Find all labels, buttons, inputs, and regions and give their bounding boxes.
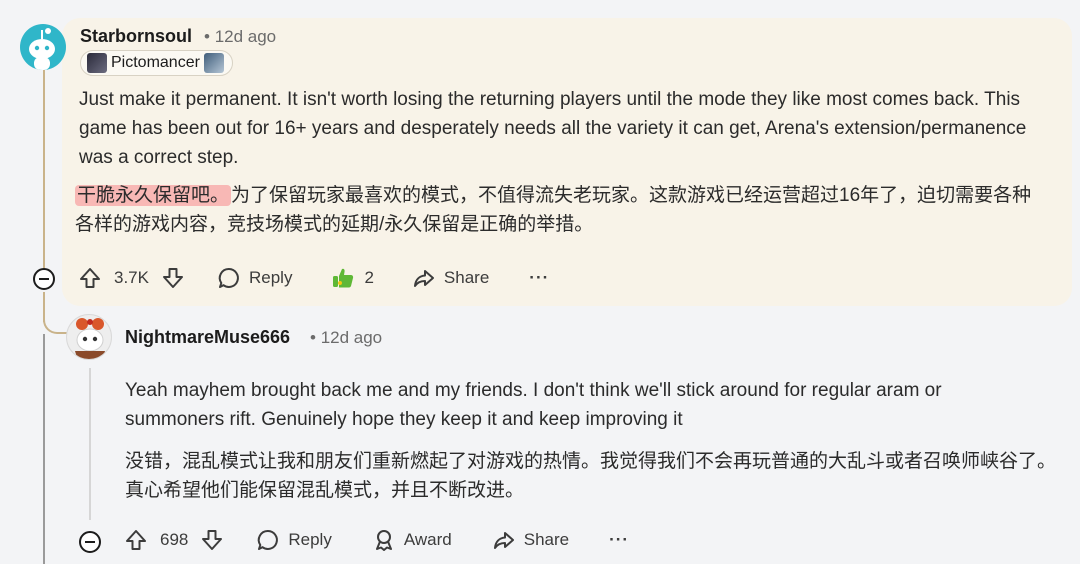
thumbs-up-award-icon	[333, 268, 354, 288]
more-options-icon: ···	[529, 268, 550, 287]
reply-label: Reply	[248, 268, 293, 287]
comment-username[interactable]: Starbornsoul	[80, 26, 192, 47]
award-button[interactable]: 2	[330, 265, 374, 291]
vote-count: 698	[160, 530, 189, 549]
share-button[interactable]: Share	[492, 528, 569, 552]
thread-line[interactable]	[43, 334, 45, 564]
reply-label: Reply	[288, 530, 332, 549]
avatar[interactable]	[20, 24, 66, 70]
translation-highlight: 干脆永久保留吧。	[75, 185, 232, 206]
downvote-icon[interactable]	[161, 266, 185, 290]
share-icon	[413, 270, 434, 287]
collapse-thread-button[interactable]	[79, 531, 101, 553]
share-icon	[493, 532, 514, 549]
reply-button[interactable]: Reply	[256, 528, 332, 552]
thread-line[interactable]	[43, 70, 45, 268]
reddit-snoo-icon	[29, 28, 55, 70]
upvote-icon[interactable]	[78, 266, 102, 290]
share-label: Share	[523, 530, 570, 549]
vote-group: 3.7K	[78, 266, 185, 290]
more-options-button[interactable]: ···	[609, 530, 629, 550]
comment-username[interactable]: NightmareMuse666	[125, 327, 290, 348]
comment-timestamp[interactable]: 12d ago	[215, 27, 276, 46]
share-button[interactable]: Share	[412, 266, 489, 290]
comment-body-translation: 干脆永久保留吧。 为了保留玩家最喜欢的模式，不值得流失老玩家。这款游戏已经运营超过…	[75, 181, 1050, 239]
comment-action-bar: 3.7K Reply 2 Share ···	[78, 265, 549, 291]
meta-separator: •	[204, 27, 210, 46]
flair-emoji-icon	[203, 53, 224, 73]
downvote-icon[interactable]	[200, 528, 224, 552]
more-options-button[interactable]: ···	[529, 268, 549, 288]
meta-separator: •	[310, 328, 316, 347]
collapse-thread-button[interactable]	[33, 268, 55, 290]
thread-branch-line	[43, 302, 69, 334]
comment-timestamp[interactable]: 12d ago	[321, 328, 382, 347]
award-count: 2	[364, 268, 374, 287]
thread-line[interactable]	[89, 368, 91, 520]
vote-count: 3.7K	[114, 268, 149, 287]
share-label: Share	[443, 268, 490, 287]
vote-group: 698	[124, 528, 224, 552]
flair-emoji-icon	[87, 53, 107, 73]
user-flair: Pictomancer	[80, 50, 233, 76]
award-button[interactable]: Award	[372, 528, 452, 552]
award-label: Award	[403, 530, 452, 549]
flair-text: Pictomancer	[111, 54, 200, 71]
avatar[interactable]	[66, 314, 112, 360]
reddit-snoo-icon	[75, 318, 105, 359]
comment-action-bar: 698 Reply Award Share ···	[124, 528, 629, 552]
comment-body-english: Yeah mayhem brought back me and my frien…	[125, 380, 942, 430]
upvote-icon[interactable]	[124, 528, 148, 552]
award-icon	[375, 530, 392, 551]
comment-bubble-icon	[258, 529, 279, 550]
comment-meta: • 12d ago	[310, 328, 382, 348]
reply-button[interactable]: Reply	[217, 266, 292, 290]
more-options-icon: ···	[609, 530, 630, 549]
comment-bubble-icon	[218, 267, 239, 288]
comment-body-english: Just make it permanent. It isn't worth l…	[79, 89, 1027, 168]
comment-meta: • 12d ago	[204, 27, 276, 47]
comment-body-translation: 没错，混乱模式让我和朋友们重新燃起了对游戏的热情。我觉得我们不会再玩普通的大乱斗…	[125, 451, 1057, 501]
